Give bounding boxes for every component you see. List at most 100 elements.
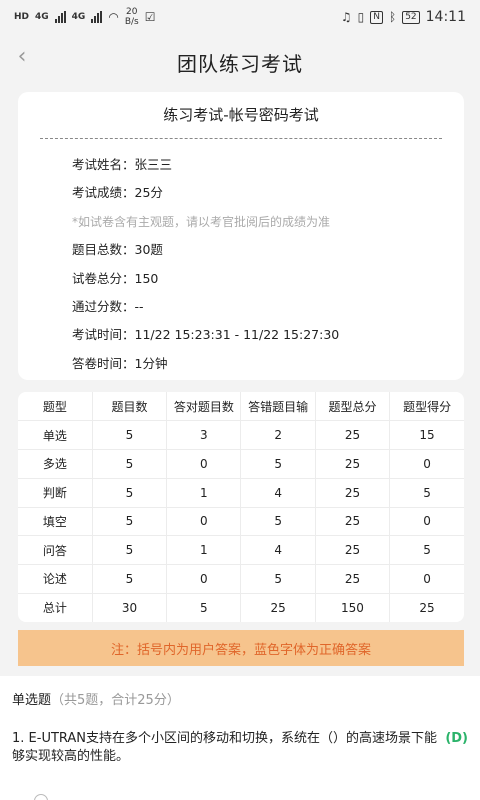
- table-cell: 5: [240, 449, 316, 479]
- table-cell: 多选: [18, 449, 93, 479]
- status-left: HD 4G 4G ◠ 20 B/s ☑: [14, 7, 155, 27]
- wifi-icon: ◠: [108, 10, 119, 24]
- user-answer: (D): [445, 731, 468, 746]
- section-label: 单选题: [12, 692, 52, 708]
- table-cell: 5: [92, 564, 168, 594]
- table-cell: 5: [92, 449, 168, 479]
- info-label: 考试时间：: [72, 327, 135, 343]
- table-header: 题型: [18, 392, 93, 422]
- score-table: 题型 题目数 答对题目数 答错题目输 题型总分 题型得分 单选 5 3 2 25…: [18, 392, 464, 622]
- section-header: 单选题 （共5题，合计25分）: [0, 676, 480, 720]
- battery-icon: 52: [402, 10, 420, 24]
- info-row-duration: 答卷时间：1分钟: [72, 350, 434, 378]
- table-cell: 25: [315, 507, 391, 537]
- table-row: 问答 5 1 4 25 5: [18, 535, 464, 565]
- table-cell: 30: [92, 593, 168, 622]
- table-cell: 0: [166, 449, 242, 479]
- table-cell: 0: [389, 564, 464, 594]
- signal-icon: [54, 11, 66, 23]
- table-cell: 4: [240, 478, 316, 508]
- back-button[interactable]: ‹: [8, 42, 36, 70]
- info-row-total-score: 试卷总分：150: [72, 265, 434, 293]
- table-cell: 1: [166, 478, 242, 508]
- table-row: 判断 5 1 4 25 5: [18, 478, 464, 508]
- info-row-exam-time: 考试时间：11/22 15:23:31 - 11/22 15:27:30: [72, 321, 434, 349]
- table-cell: 5: [389, 478, 464, 508]
- question-text: 1. E-UTRAN支持在多个小区间的移动和切换，系统在（）的高速场景下能够实现…: [12, 731, 438, 764]
- table-cell: 3: [166, 420, 242, 450]
- headphone-icon: ♫: [340, 10, 352, 24]
- check-icon: ☑: [144, 10, 156, 24]
- table-cell: 论述: [18, 564, 93, 594]
- info-value: 30题: [134, 242, 163, 258]
- exam-info-card: 练习考试-帐号密码考试 考试姓名：张三三 考试成绩：25分 *如试卷含有主观题，…: [18, 92, 464, 380]
- table-cell: 15: [389, 420, 464, 450]
- info-row-total-questions: 题目总数：30题: [72, 236, 434, 264]
- table-cell: 25: [315, 478, 391, 508]
- table-cell: 问答: [18, 535, 93, 565]
- info-value: --: [134, 298, 144, 314]
- table-header: 答对题目数: [166, 392, 242, 422]
- info-value: 1分钟: [134, 355, 168, 371]
- table-cell: 25: [419, 600, 435, 615]
- speed-unit: B/s: [124, 17, 139, 27]
- score-table-grid: 题型 题目数 答对题目数 答错题目输 题型总分 题型得分 单选 5 3 2 25…: [18, 392, 464, 622]
- status-bar: HD 4G 4G ◠ 20 B/s ☑ ♫ ▯ N ᛒ 52 14:11: [0, 0, 480, 34]
- table-cell: 判断: [18, 478, 93, 508]
- question-row: 1. E-UTRAN支持在多个小区间的移动和切换，系统在（）的高速场景下能够实现…: [12, 730, 468, 766]
- table-cell: 5: [92, 478, 168, 508]
- info-row-pass-score: 通过分数：--: [72, 293, 434, 321]
- info-label: 考试姓名：: [72, 157, 135, 172]
- table-row: 单选 5 3 2 25 15: [18, 420, 464, 450]
- table-cell: 25: [315, 535, 391, 565]
- exam-info-list: 考试姓名：张三三 考试成绩：25分 *如试卷含有主观题，请以考官批阅后的成绩为准…: [48, 139, 434, 378]
- table-cell: 0: [166, 564, 242, 594]
- option-row[interactable]: [34, 794, 468, 800]
- table-cell: 0: [389, 449, 464, 479]
- network-type-1: 4G: [35, 11, 49, 22]
- table-header: 题目数: [92, 392, 168, 422]
- speed-value: 20: [126, 7, 138, 17]
- info-label: 试卷总分：: [72, 270, 135, 286]
- chevron-left-icon: ‹: [17, 43, 27, 69]
- info-value: 11/22 15:23:31 - 11/22 15:27:30: [134, 327, 340, 343]
- table-row: 填空 5 0 5 25 0: [18, 507, 464, 537]
- table-header: 题型得分: [389, 392, 464, 422]
- table-cell: 25: [315, 420, 391, 450]
- table-cell: 单选: [18, 420, 93, 450]
- table-cell: 2: [240, 420, 316, 450]
- info-label: 题目总数：: [72, 242, 135, 258]
- nav-bar: ‹ 团队练习考试: [0, 34, 480, 90]
- table-cell: 150: [315, 593, 391, 622]
- bluetooth-icon: ᛒ: [388, 10, 397, 24]
- hd-indicator: HD: [14, 11, 30, 22]
- vibrate-icon: ▯: [357, 10, 365, 24]
- table-header: 答错题目输: [240, 392, 316, 422]
- radio-icon[interactable]: [34, 794, 48, 800]
- table-cell: 5: [92, 420, 168, 450]
- nfc-icon: N: [370, 10, 383, 24]
- table-cell: 5: [92, 535, 168, 565]
- table-cell: 5: [166, 593, 242, 622]
- network-type-2: 4G: [71, 11, 86, 22]
- answer-legend-notice: 注：括号内为用户答案，蓝色字体为正确答案: [18, 630, 464, 666]
- table-cell: 5: [389, 535, 464, 565]
- page-title: 团队练习考试: [177, 51, 303, 76]
- info-label: 答卷时间：: [72, 355, 135, 371]
- score-note: *如试卷含有主观题，请以考官批阅后的成绩为准: [72, 214, 331, 229]
- info-value: 25分: [134, 185, 163, 201]
- table-row-total: 总计 30 5 25 150 25: [18, 593, 464, 622]
- table-row: 多选 5 0 5 25 0: [18, 449, 464, 479]
- table-cell: 5: [240, 564, 316, 594]
- table-cell: 25: [315, 449, 391, 479]
- section-meta: （共5题，合计25分）: [51, 692, 180, 708]
- table-cell: 1: [166, 535, 242, 565]
- table-header: 题型总分: [315, 392, 391, 422]
- table-header-row: 题型 题目数 答对题目数 答错题目输 题型总分 题型得分: [18, 392, 464, 422]
- info-label: 通过分数：: [72, 298, 135, 314]
- table-cell: 25: [240, 593, 316, 622]
- table-cell: 0: [166, 507, 242, 537]
- info-value: 张三三: [134, 157, 173, 172]
- info-row-name: 考试姓名：张三三: [72, 151, 434, 179]
- table-cell: 25: [315, 564, 391, 594]
